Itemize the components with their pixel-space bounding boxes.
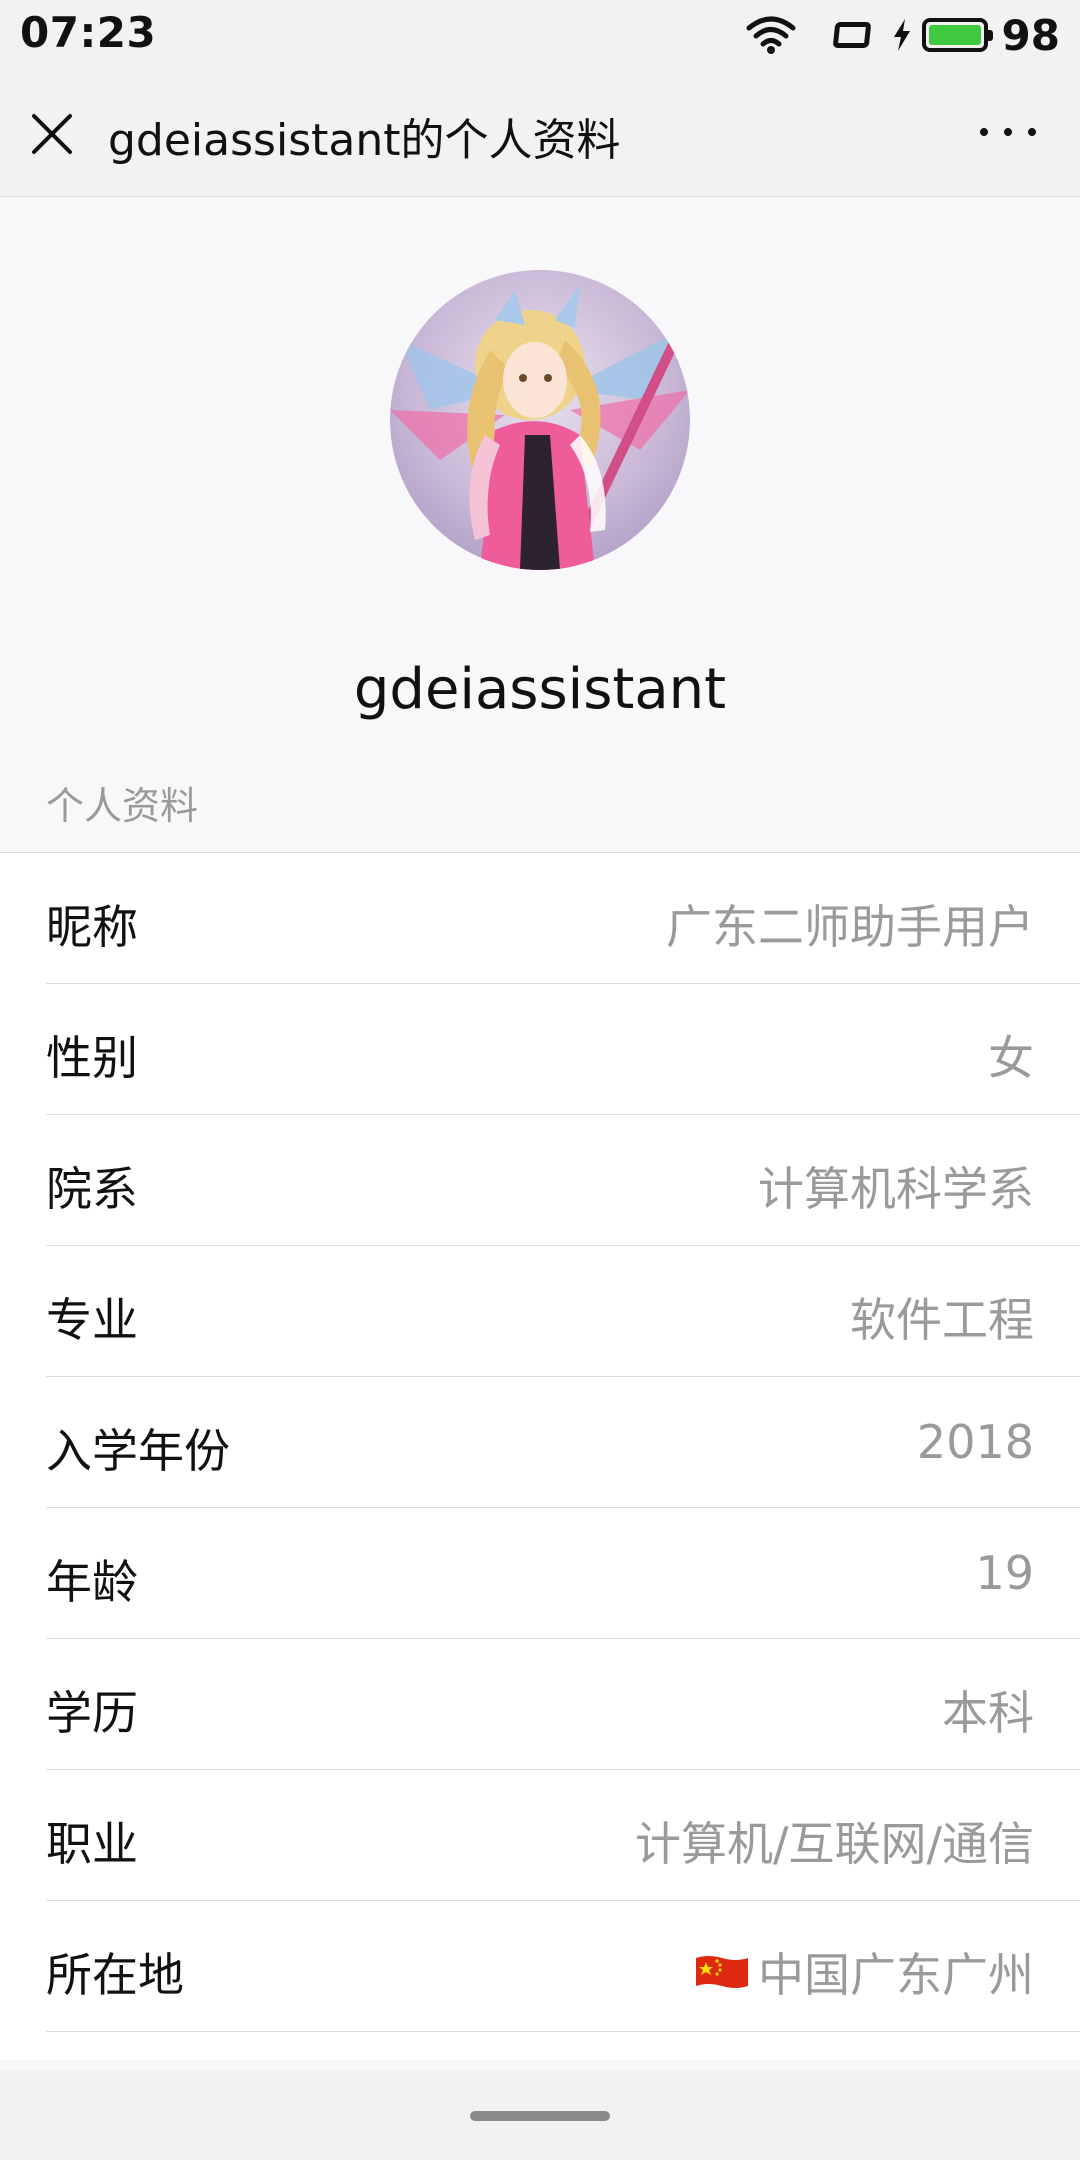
- status-icons: 98: [746, 10, 1060, 60]
- info-value: 软件工程: [850, 1293, 1034, 1347]
- info-label: 院系: [46, 1162, 138, 1216]
- info-label: 年龄: [46, 1555, 138, 1609]
- info-value: 女: [988, 1031, 1034, 1085]
- info-row-location[interactable]: 所在地 中国广东广州: [46, 1901, 1080, 2032]
- info-value: 广东二师助手用户: [666, 900, 1034, 954]
- bottom-nav: [0, 2070, 1080, 2160]
- info-value: 计算机/互联网/通信: [635, 1817, 1034, 1871]
- title-bar: gdeiassistant的个人资料: [0, 68, 1080, 197]
- profile-header: gdeiassistant 个人资料: [0, 197, 1080, 852]
- china-flag-icon: [696, 1956, 748, 1988]
- status-bar: 07:23 98: [0, 0, 1080, 68]
- info-row-enrollment-year[interactable]: 入学年份 2018: [46, 1377, 1080, 1508]
- info-label: 专业: [46, 1293, 138, 1347]
- info-label: 职业: [46, 1817, 138, 1871]
- info-row-major[interactable]: 专业 软件工程: [46, 1246, 1080, 1377]
- location-text: 中国广东广州: [758, 1948, 1034, 2002]
- info-row-education[interactable]: 学历 本科: [46, 1639, 1080, 1770]
- avatar[interactable]: [390, 270, 690, 570]
- status-time: 07:23: [20, 8, 157, 57]
- page-title: gdeiassistant的个人资料: [108, 115, 621, 166]
- home-indicator[interactable]: [470, 2111, 610, 2121]
- more-icon[interactable]: [980, 118, 1036, 146]
- info-value: 19: [975, 1546, 1034, 1600]
- info-value: 计算机科学系: [758, 1162, 1034, 1216]
- info-row-department[interactable]: 院系 计算机科学系: [46, 1115, 1080, 1246]
- section-label: 个人资料: [46, 784, 199, 828]
- battery-fill: [928, 25, 981, 45]
- info-label: 学历: [46, 1686, 138, 1740]
- info-label: 入学年份: [46, 1424, 230, 1478]
- more-dot: [980, 128, 988, 136]
- bolt-icon: [893, 19, 910, 51]
- info-label: 性别: [46, 1031, 138, 1085]
- username: gdeiassistant: [353, 657, 727, 722]
- rotate-icon: [832, 22, 871, 48]
- info-value: 本科: [942, 1686, 1034, 1740]
- info-label: 所在地: [46, 1948, 184, 2002]
- more-dot: [1004, 128, 1012, 136]
- info-row-occupation[interactable]: 职业 计算机/互联网/通信: [46, 1770, 1080, 1901]
- info-list: 昵称 广东二师助手用户 性别 女 院系 计算机科学系 专业 软件工程 入学年份 …: [0, 852, 1080, 2060]
- wifi-icon: [746, 16, 796, 54]
- avatar-image: [390, 270, 690, 570]
- info-value-location: 中国广东广州: [694, 1939, 1034, 2005]
- info-row-nickname[interactable]: 昵称 广东二师助手用户: [46, 853, 1080, 984]
- close-icon[interactable]: [30, 112, 74, 156]
- screen: 07:23 98 gdeiassistant的个人资料 gdeiassistan…: [0, 0, 1080, 2160]
- info-value: 2018: [916, 1415, 1034, 1469]
- info-label: 昵称: [46, 900, 138, 954]
- battery-icon: [921, 18, 993, 52]
- info-row-gender[interactable]: 性别 女: [46, 984, 1080, 1115]
- more-dot: [1028, 128, 1036, 136]
- info-row-age[interactable]: 年龄 19: [46, 1508, 1080, 1639]
- battery-level: 98: [1001, 10, 1060, 60]
